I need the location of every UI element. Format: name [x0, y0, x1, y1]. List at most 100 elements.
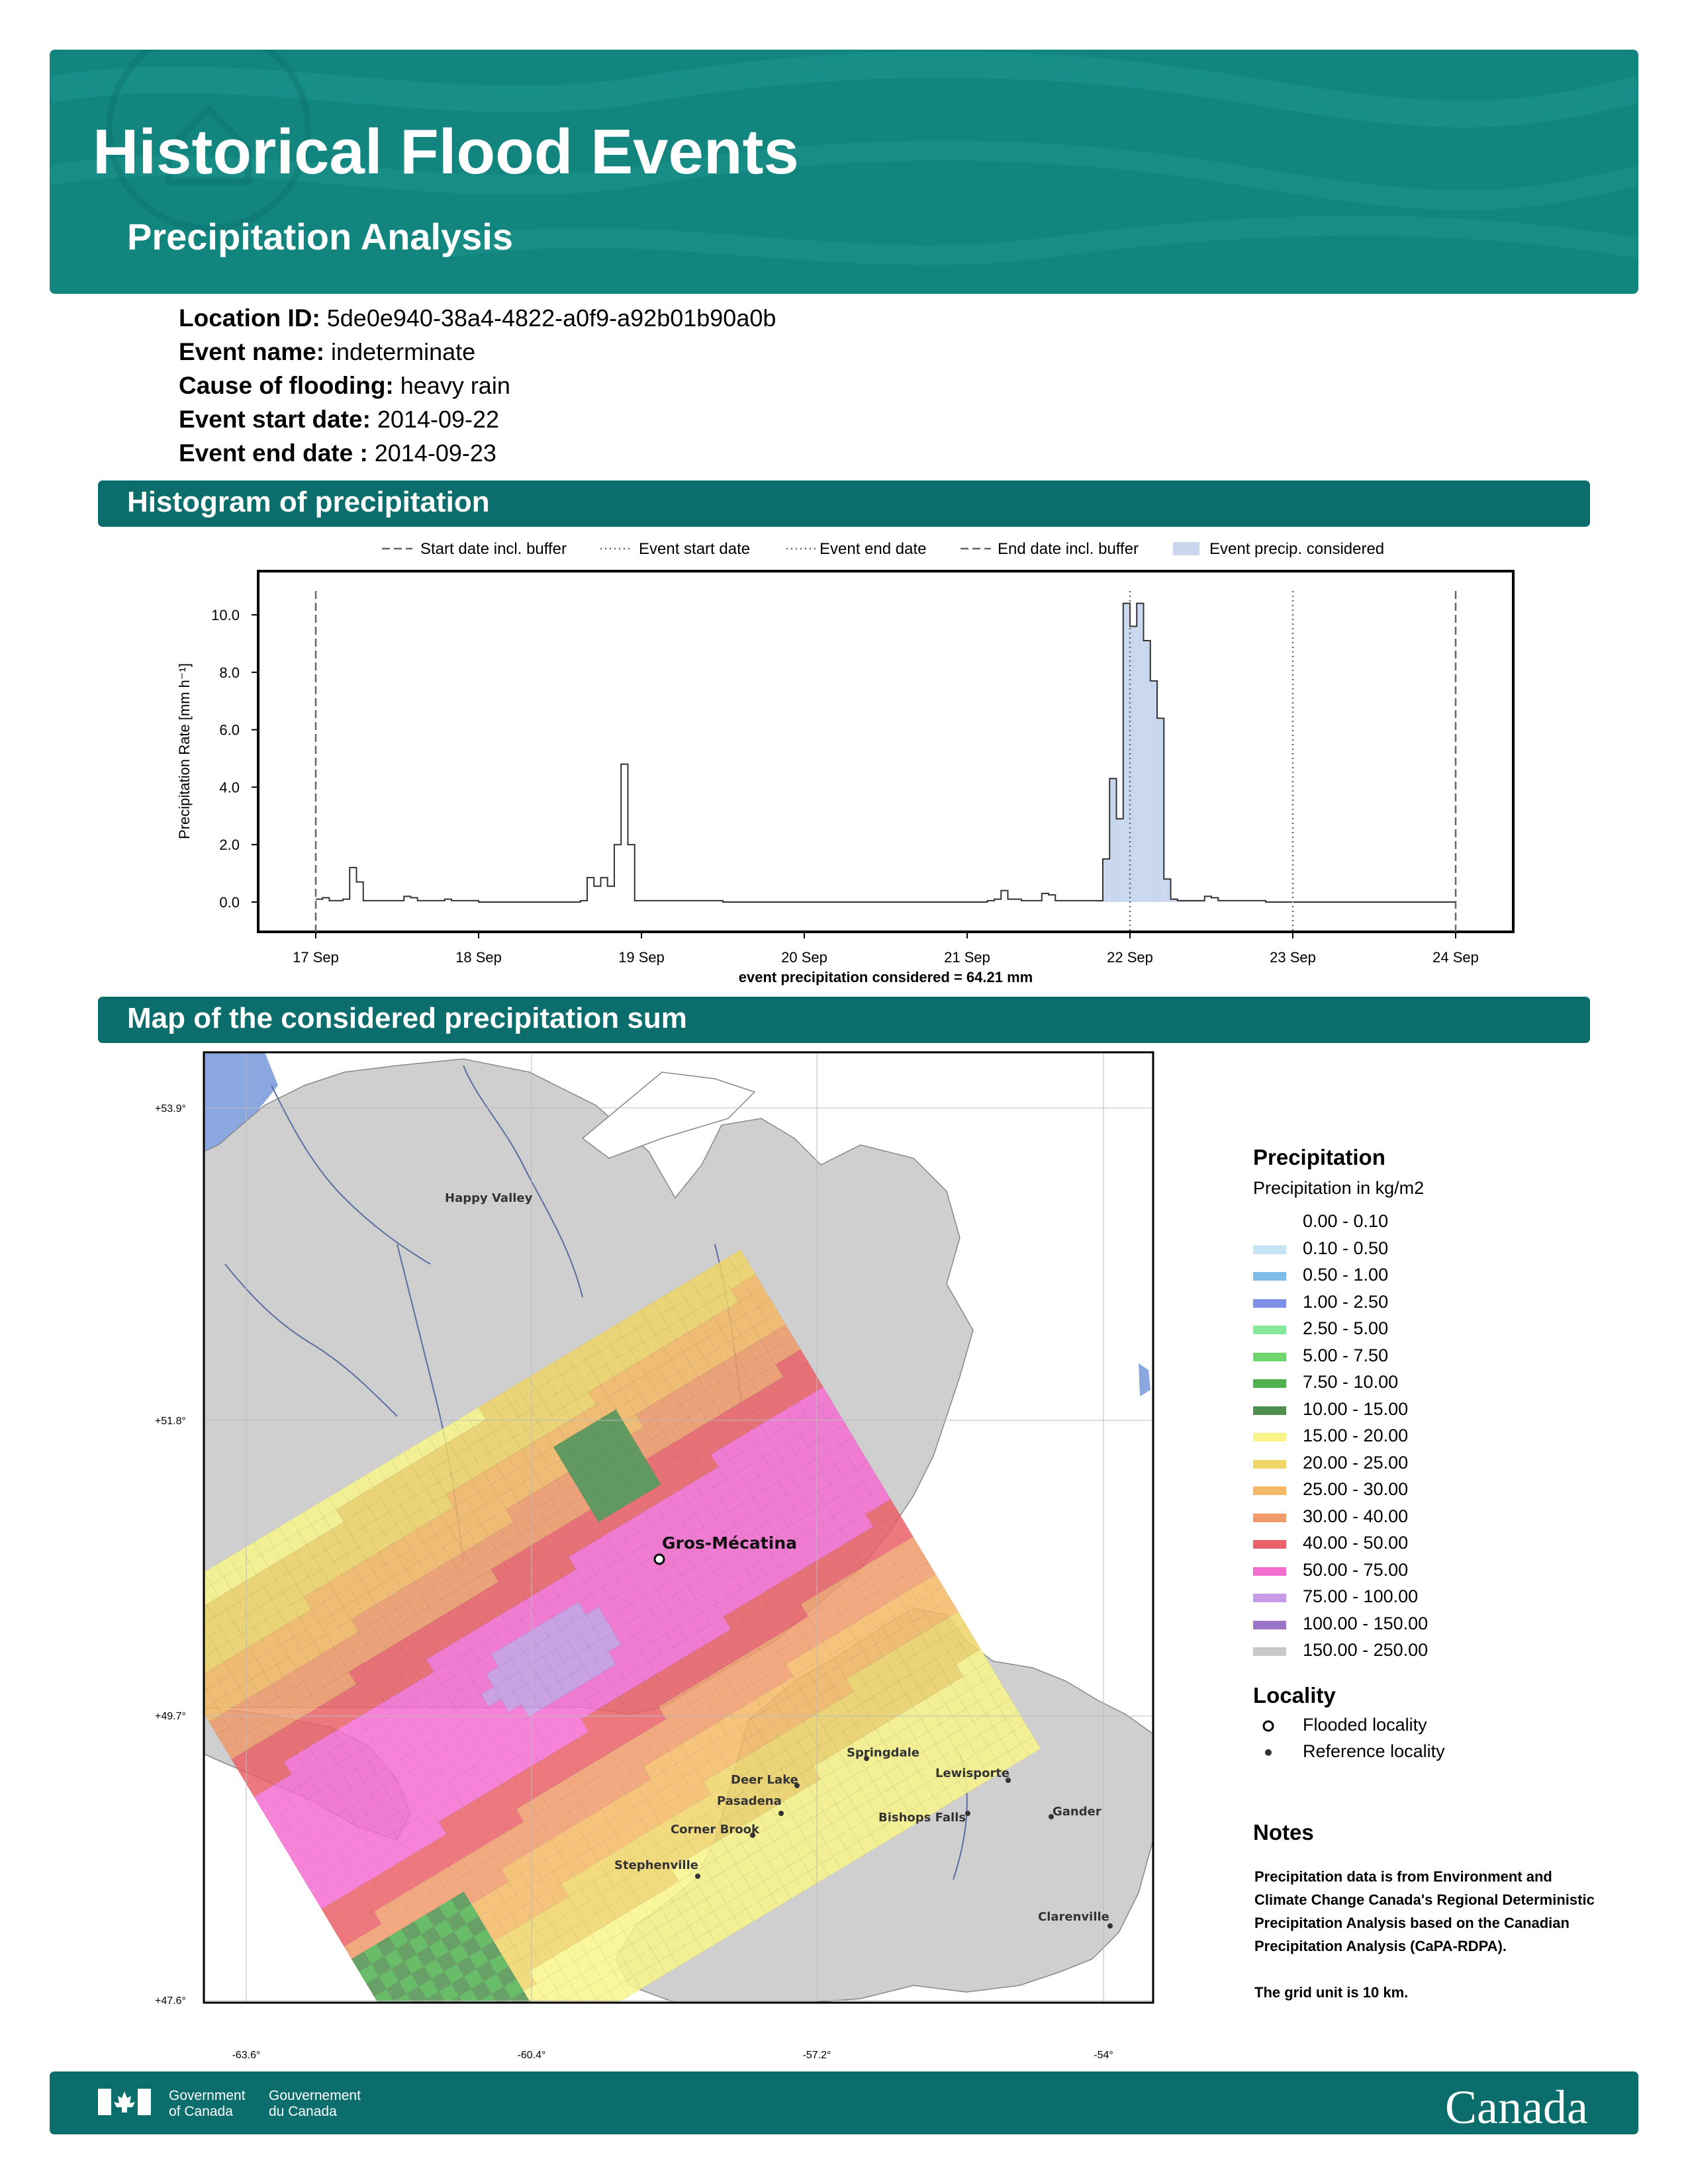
- grid-cell: [451, 2062, 471, 2065]
- cause-row: Cause of flooding: heavy rain: [179, 372, 510, 400]
- gov-fr-line-2: du Canada: [269, 2104, 337, 2119]
- legend-swatch: [1253, 1486, 1286, 1495]
- histogram-marks: 0.0 2.0 4.0 6.0 8.0 10.0 17 Sep 18 Sep 19 Sep 20 …: [211, 591, 1479, 966]
- legend-class-label: 15.00 - 20.00: [1303, 1426, 1409, 1445]
- legend-event-start: Event start date: [639, 540, 750, 558]
- grid-cell: [389, 2014, 409, 2034]
- y-axis-label: Precipitation Rate [mm h⁻¹]: [176, 663, 193, 839]
- start-date-label: Event start date:: [179, 406, 371, 433]
- y-tick-label: 8.0: [219, 664, 240, 681]
- reference-marker-icon: [1265, 1749, 1272, 1756]
- legend-class-label: 5.00 - 7.50: [1303, 1345, 1389, 1365]
- considered-bar: [1116, 819, 1123, 902]
- lon-tick-1: -63.6°: [232, 2050, 261, 2061]
- grid-cell: [449, 2029, 469, 2049]
- locality-springdale: Springdale: [847, 1746, 919, 1760]
- locality-deer-lake: Deer Lake: [731, 1773, 798, 1787]
- legend-class-label: 40.00 - 50.00: [1303, 1533, 1409, 1553]
- y-tick-label: 10.0: [211, 607, 240, 623]
- start-date-value: 2014-09-22: [377, 406, 500, 433]
- legend-end-buffer: End date incl. buffer: [998, 540, 1139, 558]
- considered-bar: [1109, 778, 1117, 902]
- legend-swatch: [1253, 1647, 1286, 1656]
- legend-swatch: [1253, 1567, 1286, 1576]
- x-tick-label: 19 Sep: [618, 949, 665, 966]
- location-id-label: Location ID:: [179, 304, 320, 332]
- grid-cell: [481, 2026, 501, 2046]
- grid-cell: [169, 1619, 189, 1639]
- histogram-section-title: Histogram of precipitation: [127, 486, 490, 518]
- x-tick-label: 21 Sep: [944, 949, 990, 966]
- locality-lewisporte: Lewisporte: [935, 1766, 1009, 1780]
- legend-class-label: 25.00 - 30.00: [1303, 1479, 1409, 1499]
- grid-cell: [409, 2019, 429, 2039]
- grid-cell: [551, 2001, 572, 2003]
- lat-tick-3: +49.7°: [155, 1711, 186, 1722]
- grid-cell: [416, 2031, 436, 2051]
- grid-cell: [432, 2056, 451, 2065]
- grid-cell: [179, 1664, 199, 1684]
- gov-en: Government of Canada: [169, 2088, 246, 2120]
- y-tick-label: 0.0: [219, 894, 240, 911]
- grid-cell: [177, 1632, 197, 1652]
- considered-bar: [1164, 879, 1171, 902]
- legend-start-buffer: Start date incl. buffer: [420, 540, 567, 558]
- locality-bishops-falls: Bishops Falls: [878, 1811, 966, 1825]
- locality-pasadena: Pasadena: [717, 1794, 782, 1808]
- legend-swatch: [1253, 1272, 1286, 1281]
- grid-cell: [469, 2034, 489, 2054]
- end-date-label: Event end date :: [179, 439, 368, 467]
- x-tick-label: 22 Sep: [1107, 949, 1153, 966]
- grid-cell: [494, 2019, 514, 2038]
- precipitation-map: +53.9° +51.8° +49.7° +47.6° -63.6° -60.4…: [142, 1051, 1154, 2065]
- grid-cell: [404, 2039, 424, 2059]
- grid-cell: [496, 2052, 516, 2065]
- grid-cell: [464, 2054, 484, 2065]
- locality-clarenville: Clarenville: [1038, 1910, 1109, 1924]
- precip-step-line: [316, 602, 1456, 903]
- grid-cell: [419, 2064, 439, 2065]
- locality-gander: Gander: [1053, 1805, 1102, 1819]
- legend-class-label: 0.00 - 0.10: [1303, 1211, 1389, 1231]
- lon-tick-3: -57.2°: [803, 2050, 831, 2061]
- x-tick-label: 20 Sep: [781, 949, 827, 966]
- legend-subtitle: Precipitation in kg/m2: [1253, 1178, 1425, 1198]
- legend-swatch: [1253, 1513, 1286, 1522]
- legend-swatch: [1253, 1298, 1286, 1308]
- legend-swatch: [1253, 1433, 1286, 1441]
- legend-event-end: Event end date: [820, 540, 926, 558]
- grid-cell: [149, 1615, 169, 1635]
- notes-title: Notes: [1253, 1820, 1314, 1844]
- precipitation-histogram: Start date incl. buffer Event start date…: [176, 540, 1515, 985]
- legend-swatch: [1253, 1540, 1286, 1549]
- lat-tick-2: +51.8°: [155, 1416, 186, 1427]
- grid-cell: [457, 2041, 477, 2061]
- locality-happy-valley: Happy Valley: [445, 1191, 533, 1205]
- grid-cell: [571, 2007, 591, 2026]
- event-name-row: Event name: indeterminate: [179, 338, 475, 366]
- grid-cell: [179, 1580, 199, 1600]
- cause-value: heavy rain: [400, 372, 510, 399]
- grid-cell: [397, 2026, 416, 2046]
- grid-cell: [154, 1594, 174, 1614]
- legend-class-label: 0.50 - 1.00: [1303, 1265, 1389, 1285]
- grid-cell: [181, 1612, 201, 1632]
- grid-cell: [429, 2024, 449, 2044]
- canada-wordmark: Canada: [1445, 2081, 1588, 2134]
- grid-cell: [142, 1602, 162, 1622]
- flooded-locality-legend: Flooded locality: [1303, 1715, 1427, 1735]
- plot-frame: [257, 570, 1515, 933]
- start-date-row: Event start date: 2014-09-22: [179, 406, 499, 433]
- lat-tick-1: +53.9°: [155, 1103, 186, 1115]
- considered-bar: [1137, 603, 1144, 902]
- y-tick-label: 6.0: [219, 722, 240, 739]
- locality-corner-brook: Corner Brook: [671, 1823, 760, 1837]
- considered-bar: [1130, 626, 1137, 902]
- legend-class-label: 75.00 - 100.00: [1303, 1586, 1419, 1606]
- grid-cell: [454, 2009, 474, 2028]
- grid-cell: [474, 2014, 494, 2034]
- considered-bar: [1143, 641, 1150, 902]
- y-tick-label: 4.0: [219, 779, 240, 796]
- grid-cell: [434, 2004, 454, 2024]
- grid-cell: [484, 2059, 504, 2065]
